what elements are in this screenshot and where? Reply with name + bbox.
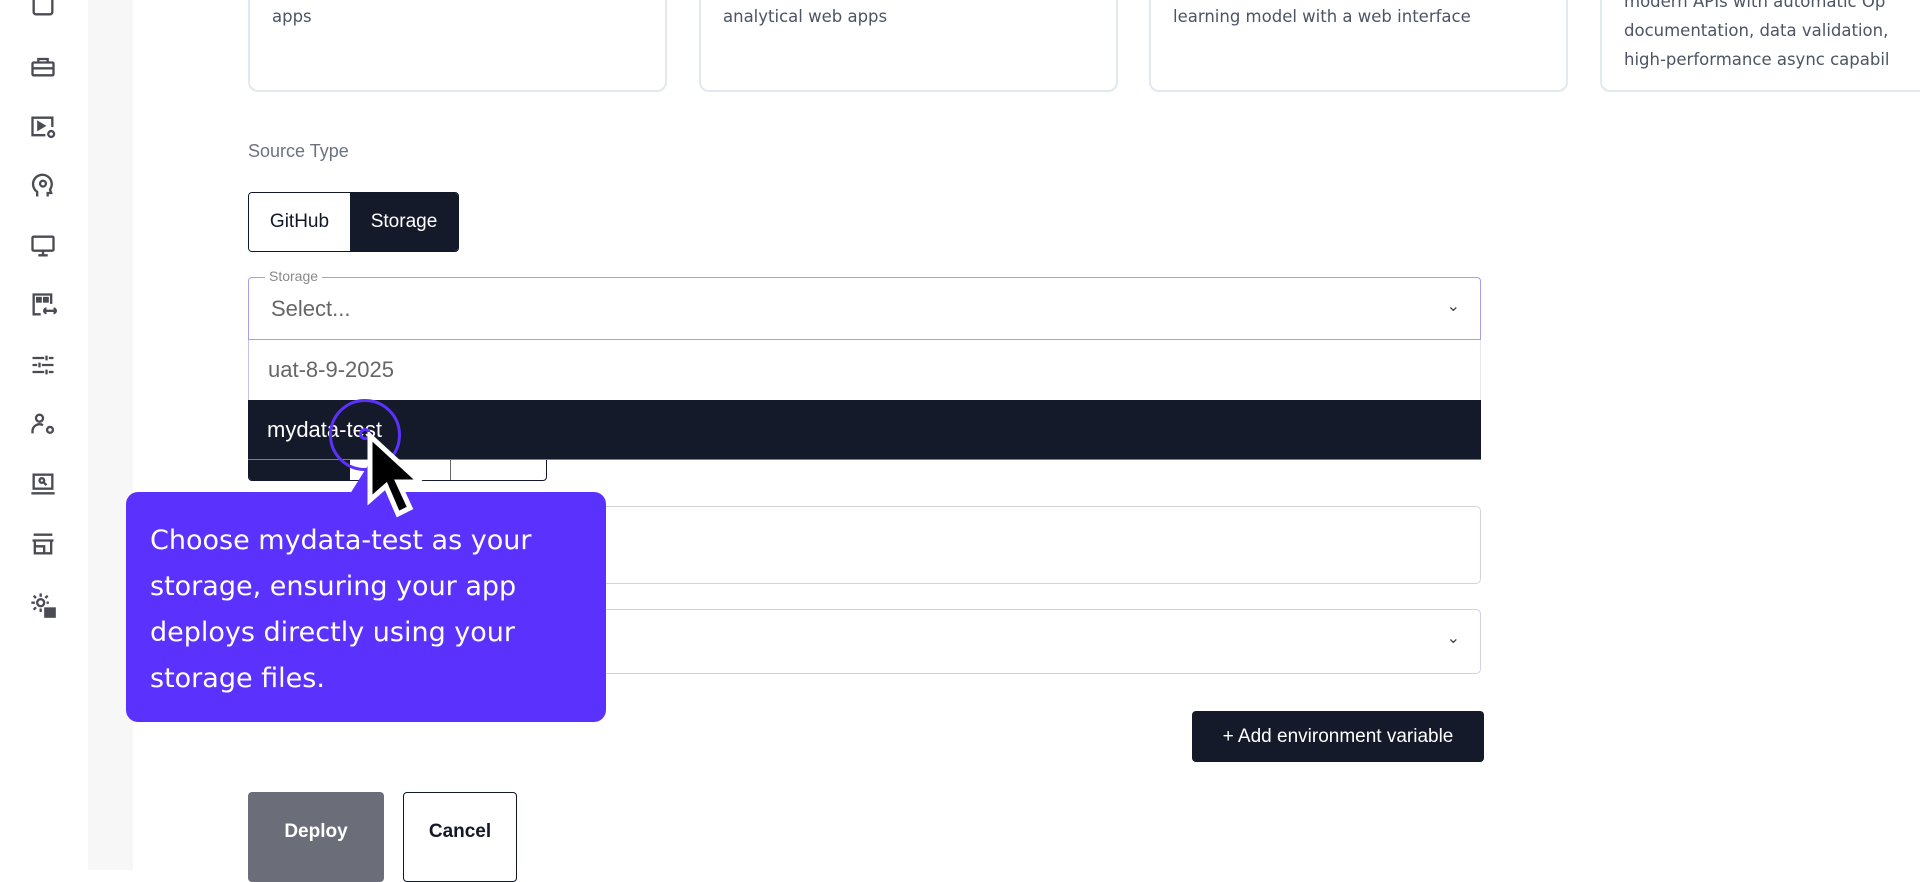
- storage-select[interactable]: Storage Select... ⌄: [248, 268, 1481, 340]
- sidebar-gutter: [88, 0, 133, 870]
- storage-option-item[interactable]: uat-8-9-2025: [248, 340, 1481, 400]
- source-type-label: Source Type: [248, 141, 349, 161]
- store-icon[interactable]: [29, 530, 57, 558]
- card-description: modern APIs with automatic Op: [1624, 0, 1886, 11]
- card-description: apps: [272, 7, 312, 26]
- head-gear-icon[interactable]: [29, 172, 57, 200]
- tutorial-tooltip: Choose mydata-test as your storage, ensu…: [126, 492, 606, 722]
- user-settings-icon[interactable]: [29, 410, 57, 438]
- chevron-down-icon: ⌄: [1446, 630, 1460, 647]
- apps-link-icon[interactable]: [29, 291, 57, 319]
- template-card[interactable]: apps: [248, 0, 667, 92]
- mouse-cursor-icon: [367, 432, 426, 518]
- video-settings-icon[interactable]: [29, 113, 57, 141]
- card-description: learning model with a web interface: [1173, 7, 1471, 26]
- cancel-button[interactable]: Cancel: [403, 792, 517, 882]
- storage-option-item-highlighted[interactable]: mydata-test: [248, 400, 1481, 460]
- laptop-search-icon[interactable]: [29, 470, 57, 498]
- storage-option[interactable]: Storage: [350, 193, 458, 251]
- sliders-icon[interactable]: [29, 351, 57, 379]
- storage-placeholder: Select...: [271, 296, 351, 321]
- chevron-down-icon: ⌄: [1446, 298, 1460, 315]
- template-card[interactable]: analytical web apps: [699, 0, 1118, 92]
- add-environment-variable-button[interactable]: + Add environment variable: [1192, 711, 1484, 762]
- source-type-toggle: GitHub Storage: [248, 192, 459, 252]
- gear-user-icon[interactable]: [29, 591, 57, 619]
- github-option[interactable]: GitHub: [249, 193, 350, 251]
- card-description: analytical web apps: [723, 7, 888, 26]
- square-icon[interactable]: [29, 0, 57, 19]
- card-description: high-performance async capabil: [1624, 50, 1890, 69]
- toolbox-icon[interactable]: [29, 52, 57, 80]
- template-card[interactable]: modern APIs with automatic Op documentat…: [1600, 0, 1920, 92]
- deploy-button[interactable]: Deploy: [248, 792, 384, 882]
- storage-label: Storage: [265, 268, 323, 284]
- monitor-icon[interactable]: [29, 232, 57, 260]
- template-card[interactable]: learning model with a web interface: [1149, 0, 1568, 92]
- sidebar: [0, 0, 88, 870]
- card-description: documentation, data validation,: [1624, 21, 1889, 40]
